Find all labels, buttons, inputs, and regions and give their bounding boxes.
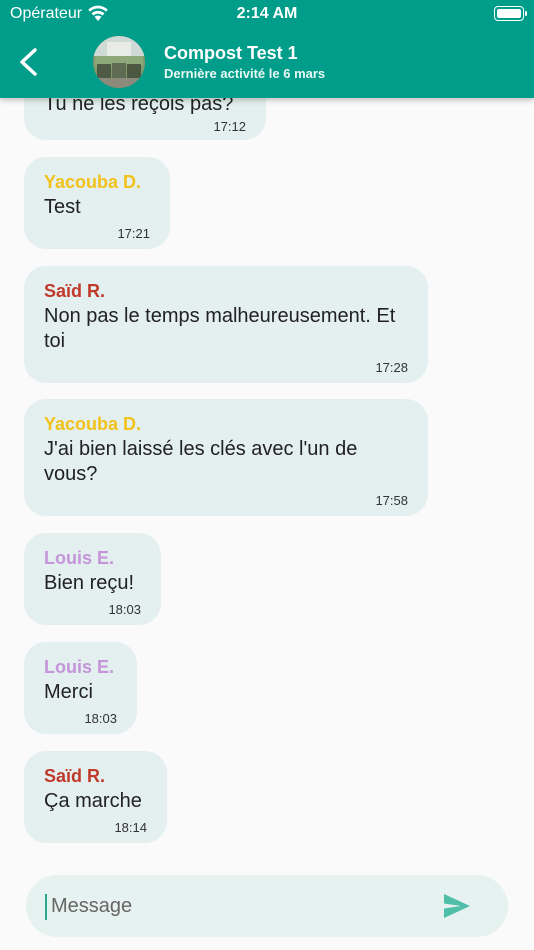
message-text: J'ai bien laissé les clés avec l'un de v… xyxy=(44,438,358,485)
status-bar: Opérateur 2:14 AM xyxy=(0,0,534,28)
message-text: Bien reçu! xyxy=(44,572,135,594)
message-text: Merci xyxy=(44,681,93,703)
message-bubble: Louis E. Bien reçu! 18:03 xyxy=(24,533,161,625)
group-avatar[interactable] xyxy=(93,36,145,88)
chat-header: Opérateur 2:14 AM Compost Test 1 Dernièr… xyxy=(0,0,534,98)
message-bubble: Yacouba D. J'ai bien laissé les clés ave… xyxy=(24,399,428,516)
message-sender: Yacouba D. xyxy=(44,414,142,434)
message-text: Test xyxy=(44,196,81,218)
message-sender: Saïd R. xyxy=(44,766,106,786)
message-sender: Louis E. xyxy=(44,657,115,677)
message-sender: Saïd R. xyxy=(44,281,106,301)
message-bubble: Saïd R. Non pas le temps malheureusement… xyxy=(24,266,428,383)
message-sender: Louis E. xyxy=(44,548,115,568)
message-text: Non pas le temps malheureusement. Et toi xyxy=(44,305,396,352)
message-time: 17:12 xyxy=(213,119,246,134)
message-list[interactable]: Tu ne les reçois pas? 17:12 Yacouba D. T… xyxy=(0,0,534,862)
avatar-image xyxy=(93,36,145,88)
message-text: Ça marche xyxy=(44,790,142,812)
battery-icon xyxy=(494,6,527,21)
message-time: 18:03 xyxy=(108,602,141,617)
status-time: 2:14 AM xyxy=(236,5,298,22)
text-caret xyxy=(45,894,47,920)
message-time: 18:14 xyxy=(114,820,147,835)
message-input[interactable]: Message xyxy=(26,875,508,937)
chat-title: Compost Test 1 xyxy=(164,43,298,63)
message-time: 17:28 xyxy=(375,360,408,375)
back-arrow-icon[interactable] xyxy=(14,46,44,78)
message-bubble: Yacouba D. Test 17:21 xyxy=(24,157,170,249)
composer-bar: Message xyxy=(0,862,534,950)
message-bubble: Saïd R. Ça marche 18:14 xyxy=(24,751,167,843)
message-time: 18:03 xyxy=(84,711,117,726)
message-time: 17:21 xyxy=(117,226,150,241)
message-sender: Yacouba D. xyxy=(44,172,142,192)
message-time: 17:58 xyxy=(375,493,408,508)
message-placeholder: Message xyxy=(51,895,133,917)
chat-screen: Tu ne les reçois pas? 17:12 Yacouba D. T… xyxy=(0,0,534,950)
send-icon[interactable] xyxy=(442,892,472,920)
message-bubble: Louis E. Merci 18:03 xyxy=(24,642,137,734)
chat-subtitle: Dernière activité le 6 mars xyxy=(164,66,326,81)
